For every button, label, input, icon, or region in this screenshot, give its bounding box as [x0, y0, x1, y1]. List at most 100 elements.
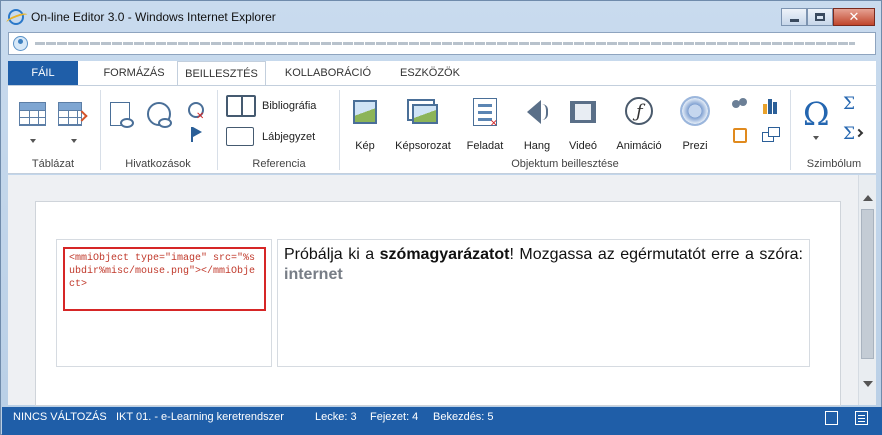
bibliography-button[interactable]: Bibliográfia — [222, 92, 332, 118]
book-icon — [226, 95, 256, 117]
flag-pennant-icon — [193, 127, 202, 137]
insert-prezi-button[interactable]: Prezi — [672, 90, 718, 154]
prezi-label: Prezi — [682, 140, 708, 152]
insert-sound-button[interactable]: Hang — [516, 90, 558, 154]
insert-gallery-button[interactable]: Képsorozat — [390, 90, 456, 154]
table-cell-right[interactable]: Próbálja ki a szómagyarázatot! Mozgassa … — [277, 239, 810, 367]
group-label-objects: Objektum beillesztése — [511, 158, 619, 170]
address-bar[interactable]: ▬▬▬▬▬▬▬▬▬▬▬▬▬▬▬▬▬▬▬▬▬▬▬▬▬▬▬▬▬▬▬▬▬▬▬▬▬▬▬▬… — [8, 32, 876, 55]
video-label: Videó — [569, 140, 597, 152]
tab-formatting[interactable]: FORMÁZÁS — [86, 61, 182, 85]
remove-link-button[interactable]: ✕ — [186, 102, 206, 122]
group-divider — [790, 90, 791, 170]
close-icon: ✕ — [848, 9, 860, 25]
ribbon-tabs: FÁIL FORMÁZÁS BEILLESZTÉS KOLLABORÁCIÓ E… — [8, 61, 876, 86]
document-page[interactable]: <mmiObject type="image" src="%subdir%mis… — [35, 201, 841, 406]
tab-tools[interactable]: ESZKÖZÖK — [386, 61, 474, 85]
internet-explorer-icon — [8, 9, 24, 25]
table-cell-left[interactable]: <mmiObject type="image" src="%subdir%mis… — [56, 239, 272, 367]
insert-symbol-button[interactable]: Ω — [796, 92, 836, 150]
mmi-object-code[interactable]: <mmiObject type="image" src="%subdir%mis… — [63, 247, 266, 311]
flash-f-glyph: ƒ — [636, 101, 643, 122]
insert-table-button[interactable] — [12, 92, 52, 152]
chevron-down-icon — [813, 136, 819, 140]
status-bar: NINCS VÁLTOZÁS IKT 01. - e-Learning kere… — [2, 407, 882, 435]
tab-insert[interactable]: BEILLESZTÉS — [177, 61, 266, 86]
insert-image-button[interactable]: Kép — [344, 90, 386, 154]
prezi-icon — [680, 96, 710, 126]
list-view-icon[interactable] — [855, 411, 868, 425]
insert-people-button[interactable] — [730, 96, 750, 116]
image-icon — [353, 100, 377, 124]
tab-file[interactable]: FÁIL — [8, 61, 78, 85]
vertical-scrollbar[interactable] — [858, 175, 876, 405]
address-url[interactable]: ▬▬▬▬▬▬▬▬▬▬▬▬▬▬▬▬▬▬▬▬▬▬▬▬▬▬▬▬▬▬▬▬▬▬▬▬▬▬▬▬… — [35, 37, 855, 49]
web-link-button[interactable] — [142, 94, 176, 134]
group-label-symbols: Szimbólum — [806, 158, 862, 170]
group-label-links: Hivatkozások — [125, 158, 191, 170]
table-layout-button[interactable] — [52, 92, 94, 152]
window-icon-secondary — [768, 127, 780, 137]
site-identity-icon — [13, 36, 28, 51]
document-settings-icon[interactable] — [825, 411, 838, 425]
insert-video-button[interactable]: Videó — [562, 90, 604, 154]
sigma-edit-icon: Σ — [843, 124, 856, 144]
group-label-reference: Referencia — [252, 158, 306, 170]
editor-canvas: <mmiObject type="image" src="%subdir%mis… — [8, 175, 858, 406]
chapter-number: Fejezet: 4 — [370, 411, 419, 423]
footnote-button[interactable]: Lábjegyzet — [222, 124, 332, 150]
window-title: On-line Editor 3.0 - Windows Internet Ex… — [31, 10, 276, 24]
title-bar: On-line Editor 3.0 - Windows Internet Ex… — [1, 1, 881, 31]
omega-icon: Ω — [803, 95, 830, 133]
insert-animation-button[interactable]: ƒ Animáció — [608, 90, 670, 154]
users-icon-secondary — [739, 98, 747, 106]
gallery-label: Képsorozat — [395, 140, 451, 152]
insert-chart-button[interactable] — [760, 96, 780, 116]
paragraph-text-start: Próbálja ki a — [284, 246, 380, 263]
insert-task-button[interactable]: ✕ Feladat — [460, 90, 510, 154]
chart-bar-icon — [763, 104, 767, 114]
maximize-icon — [815, 13, 825, 21]
maximize-button[interactable] — [807, 8, 833, 26]
scroll-down-icon[interactable] — [863, 381, 873, 387]
close-button[interactable]: ✕ — [833, 8, 875, 26]
sigma-icon: Σ — [843, 94, 856, 114]
change-status: NINCS VÁLTOZÁS — [13, 411, 107, 423]
film-icon — [570, 101, 596, 123]
group-divider — [217, 90, 218, 170]
image-label: Kép — [355, 140, 375, 152]
scroll-icon — [733, 128, 747, 143]
minimize-button[interactable] — [781, 8, 807, 26]
window-controls: ✕ — [781, 8, 875, 26]
scroll-thumb[interactable] — [861, 209, 874, 359]
edit-equation-button[interactable]: Σ — [840, 124, 866, 146]
browser-window: On-line Editor 3.0 - Windows Internet Ex… — [0, 0, 882, 435]
sound-label: Hang — [523, 140, 551, 152]
chart-bar-icon — [768, 99, 772, 114]
anchor-button[interactable] — [188, 126, 206, 144]
minimize-icon — [789, 18, 799, 22]
gallery-icon — [412, 104, 438, 124]
paragraph-number: Bekezdés: 5 — [433, 411, 494, 423]
paragraph-text[interactable]: Próbálja ki a szómagyarázatot! Mozgassa … — [284, 245, 803, 285]
remove-icon: ✕ — [196, 111, 205, 122]
link-icon — [120, 118, 134, 128]
insert-window-button[interactable] — [760, 126, 782, 146]
insert-equation-button[interactable]: Σ — [840, 94, 862, 116]
table-icon — [19, 102, 46, 126]
course-name: IKT 01. - e-Learning keretrendszer — [116, 411, 284, 423]
scroll-up-icon[interactable] — [863, 195, 873, 201]
footnote-icon — [226, 127, 254, 146]
group-divider — [100, 90, 101, 170]
group-divider — [339, 90, 340, 170]
lesson-number: Lecke: 3 — [315, 411, 357, 423]
chevron-down-icon — [30, 139, 36, 143]
hyperlink-button[interactable] — [106, 94, 138, 134]
footnote-label: Lábjegyzet — [262, 131, 316, 143]
bold-word: szómagyarázatot — [379, 246, 510, 263]
tab-collaboration[interactable]: KOLLABORÁCIÓ — [276, 61, 380, 85]
link-icon — [158, 118, 172, 128]
insert-scroll-button[interactable] — [730, 126, 750, 146]
paragraph-text-end: ! Mozgassa az egérmutatót erre a szóra: — [509, 246, 803, 263]
glossary-term[interactable]: internet — [284, 266, 343, 283]
